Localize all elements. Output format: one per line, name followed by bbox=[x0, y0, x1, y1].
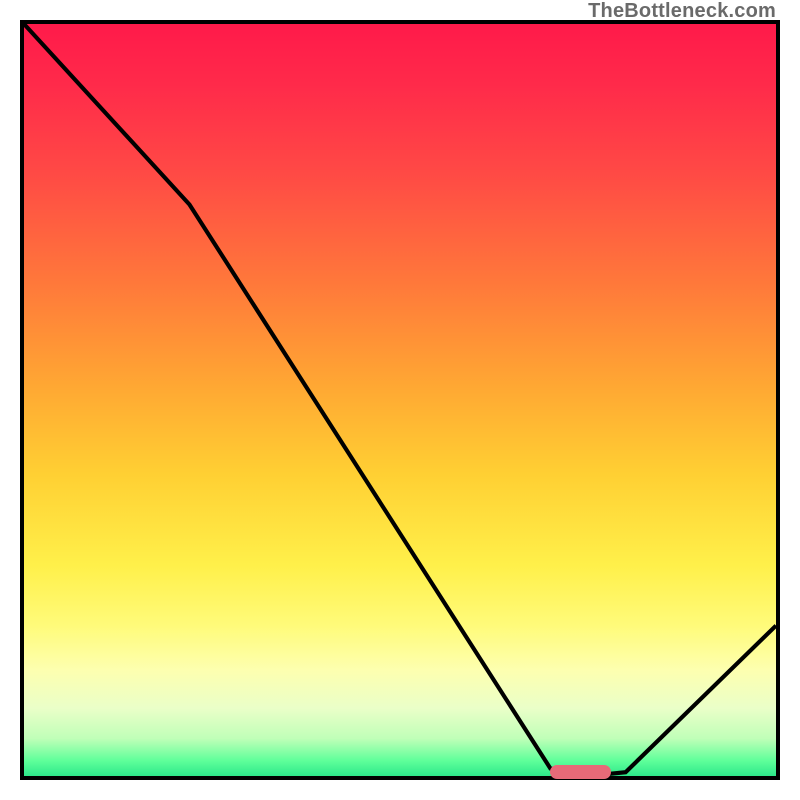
optimum-range-marker bbox=[550, 765, 610, 779]
chart-frame bbox=[20, 20, 780, 780]
bottleneck-curve bbox=[24, 24, 776, 776]
bottleneck-curve-path bbox=[24, 24, 776, 776]
